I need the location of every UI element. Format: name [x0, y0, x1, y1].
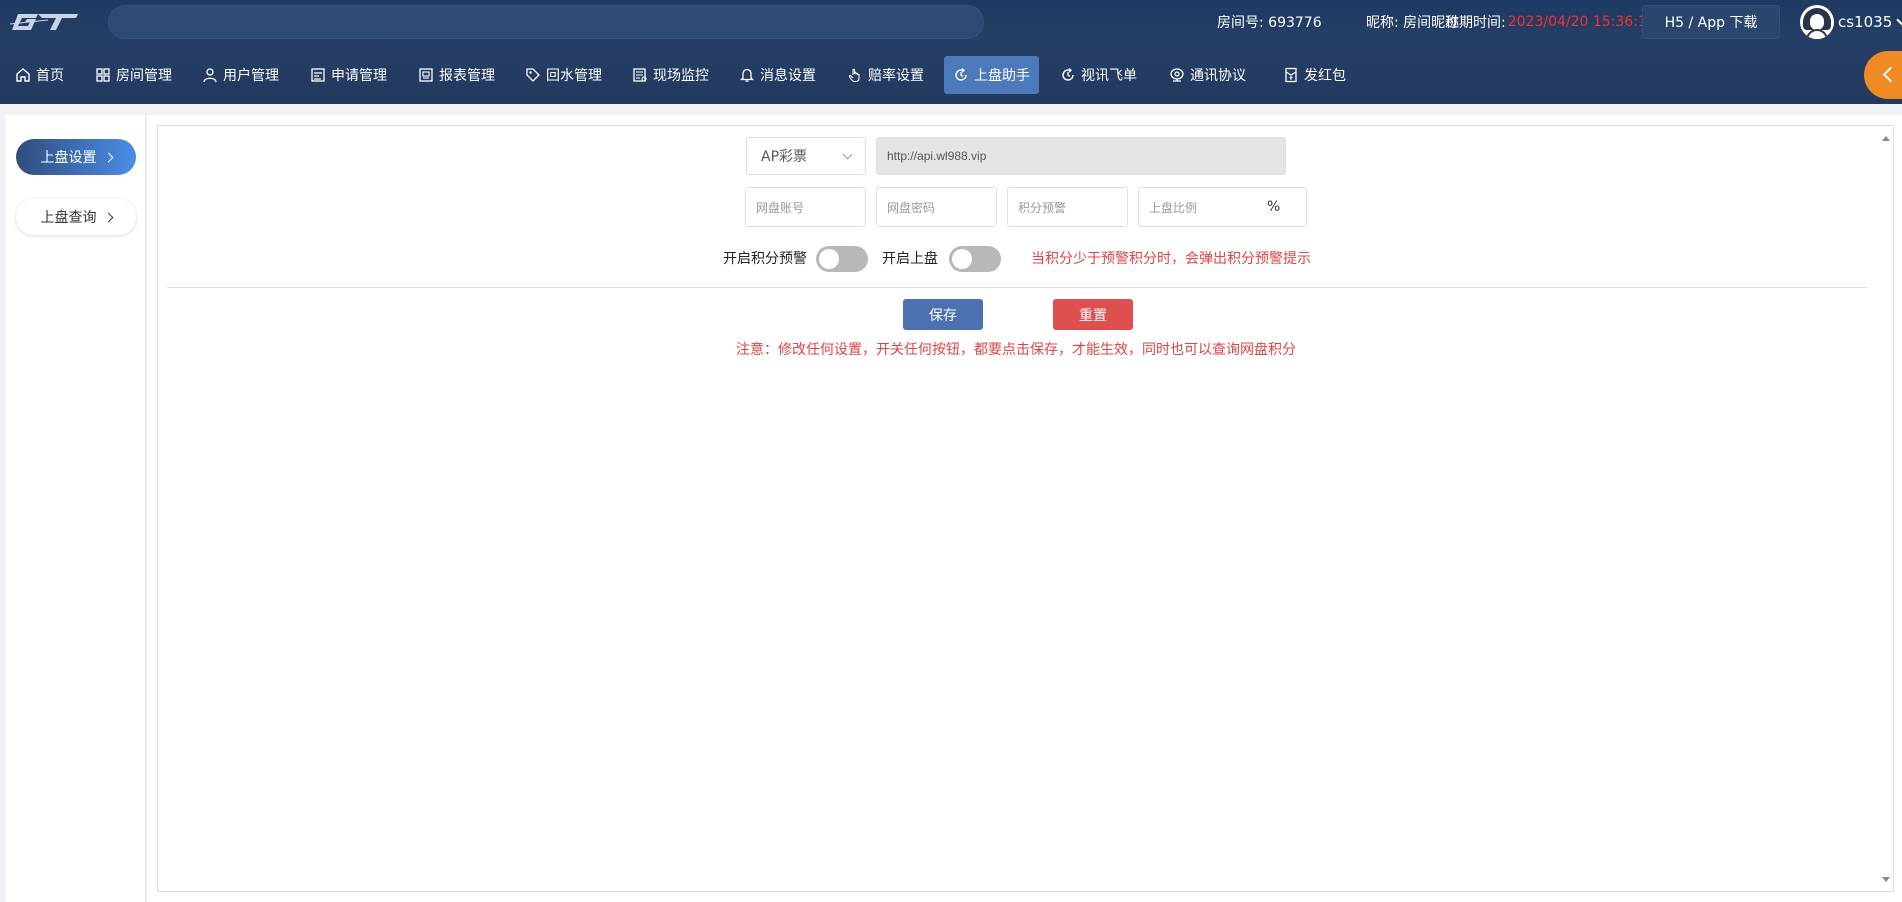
- nav-label: 现场监控: [653, 68, 709, 84]
- nav-video-bet[interactable]: 视讯飞单: [1051, 56, 1146, 94]
- top-header: 房间号: 693776 昵称: 房间昵称 过期时间: 2023/04/20 15…: [0, 0, 1902, 44]
- chevron-left-icon: [1882, 66, 1899, 83]
- nav-label: 消息设置: [760, 68, 816, 84]
- nav-label: 视讯飞单: [1081, 68, 1137, 84]
- main-content: AP彩票 http://api.wl988.vip 网盘账号 网盘密码 积分预警…: [147, 115, 1902, 902]
- upload-toggle-label: 开启上盘: [882, 251, 938, 267]
- monitor-icon: [632, 67, 648, 83]
- bell-icon: [739, 67, 755, 83]
- side-menu: 上盘设置 上盘查询: [6, 115, 146, 902]
- save-button[interactable]: 保存: [903, 299, 983, 330]
- user-icon: [202, 67, 218, 83]
- percent-unit: %: [1267, 199, 1281, 215]
- divider: [167, 287, 1867, 288]
- nav-label: 房间管理: [116, 68, 172, 84]
- nav-upload-assistant[interactable]: 上盘助手: [944, 56, 1039, 94]
- expire-label: 过期时间:: [1445, 15, 1506, 31]
- nav-label: 发红包: [1304, 68, 1346, 84]
- nav-application-management[interactable]: 申请管理: [301, 56, 396, 94]
- chevron-right-icon: [103, 152, 113, 162]
- toggle-knob: [819, 249, 839, 269]
- form-icon: [310, 67, 326, 83]
- expire-value: 2023/04/20 15:36:13: [1507, 14, 1656, 30]
- nav-live-monitor[interactable]: 现场监控: [623, 56, 718, 94]
- username: cs1035: [1838, 13, 1893, 31]
- nav-red-envelope[interactable]: 发红包: [1274, 56, 1355, 94]
- refresh-icon: [1060, 67, 1076, 83]
- reset-button[interactable]: 重置: [1053, 299, 1133, 330]
- avatar: [1800, 5, 1834, 39]
- nav-room-management[interactable]: 房间管理: [86, 56, 181, 94]
- nav-rebate-management[interactable]: 回水管理: [516, 56, 611, 94]
- settings-panel: AP彩票 http://api.wl988.vip 网盘账号 网盘密码 积分预警…: [157, 125, 1894, 892]
- nav-home[interactable]: 首页: [6, 56, 73, 94]
- top-search-bar[interactable]: [108, 5, 984, 39]
- nav-label: 报表管理: [439, 68, 495, 84]
- grid-icon: [95, 67, 111, 83]
- chevron-right-icon: [103, 212, 113, 222]
- chevron-down-icon: [842, 149, 853, 160]
- hand-icon: [847, 67, 863, 83]
- refresh-icon: [953, 67, 969, 83]
- report-icon: [418, 67, 434, 83]
- warning-hint: 当积分少于预警积分时，会弹出积分预警提示: [1031, 251, 1311, 267]
- envelope-icon: [1283, 67, 1299, 83]
- points-warning-toggle[interactable]: [816, 246, 868, 272]
- nav-label: 赔率设置: [868, 68, 924, 84]
- side-item-upload-settings[interactable]: 上盘设置: [16, 139, 136, 175]
- platform-select[interactable]: AP彩票: [746, 137, 866, 175]
- tag-icon: [525, 67, 541, 83]
- password-input[interactable]: 网盘密码: [876, 187, 997, 227]
- api-url-field[interactable]: http://api.wl988.vip: [876, 137, 1286, 175]
- save-notice: 注意：修改任何设置，开关任何按钮，都要点击保存，才能生效，同时也可以查询网盘积分: [736, 342, 1296, 358]
- nav-message-settings[interactable]: 消息设置: [730, 56, 825, 94]
- toggle-knob: [952, 249, 972, 269]
- room-number: 房间号: 693776: [1217, 15, 1322, 31]
- gt-logo[interactable]: [8, 10, 80, 32]
- nav-label: 上盘助手: [974, 68, 1030, 84]
- chevron-down-icon: [1896, 13, 1902, 26]
- h5-app-download-button[interactable]: H5 / App 下载: [1642, 5, 1780, 39]
- scroll-up-icon[interactable]: [1882, 136, 1890, 141]
- expire-time: 过期时间: 2023/04/20 15:36:13: [1445, 0, 1656, 44]
- side-item-label: 上盘查询: [40, 210, 97, 226]
- upload-toggle[interactable]: [949, 246, 1001, 272]
- home-icon: [15, 67, 31, 83]
- nav-user-management[interactable]: 用户管理: [193, 56, 288, 94]
- main-nav: 首页 房间管理 用户管理 申请管理 报表管理 回水管理 现场监控 消息设置 赔率…: [0, 44, 1902, 104]
- nav-label: 通讯协议: [1190, 68, 1246, 84]
- points-warning-input[interactable]: 积分预警: [1007, 187, 1128, 227]
- points-warning-toggle-label: 开启积分预警: [723, 251, 807, 267]
- nav-report-management[interactable]: 报表管理: [409, 56, 504, 94]
- scroll-down-icon[interactable]: [1882, 877, 1890, 882]
- user-menu[interactable]: cs1035: [1800, 5, 1902, 39]
- ratio-placeholder: 上盘比例: [1149, 200, 1198, 215]
- nav-odds-settings[interactable]: 赔率设置: [838, 56, 933, 94]
- side-item-label: 上盘设置: [40, 150, 97, 166]
- account-input[interactable]: 网盘账号: [745, 187, 866, 227]
- nav-label: 首页: [36, 68, 64, 84]
- gt-logo-icon: [9, 14, 78, 30]
- webcam-icon: [1169, 67, 1185, 83]
- nav-label: 回水管理: [546, 68, 602, 84]
- side-item-upload-query[interactable]: 上盘查询: [16, 199, 136, 235]
- ratio-input[interactable]: 上盘比例 %: [1138, 187, 1307, 227]
- nav-communication-protocol[interactable]: 通讯协议: [1160, 56, 1255, 94]
- nav-label: 用户管理: [223, 68, 279, 84]
- nav-label: 申请管理: [331, 68, 387, 84]
- platform-select-value: AP彩票: [761, 149, 808, 165]
- scrollbar[interactable]: [1881, 134, 1891, 884]
